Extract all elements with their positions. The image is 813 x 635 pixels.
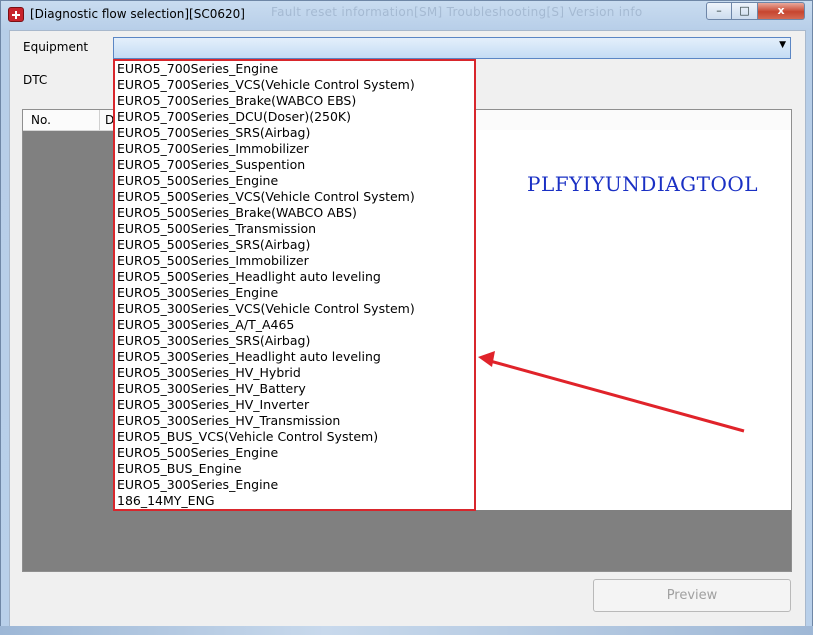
equipment-dropdown-list[interactable]: EURO5_700Series_Engine EURO5_700Series_VC…	[113, 59, 476, 511]
dropdown-option[interactable]: EURO5_300Series_Engine	[115, 477, 474, 493]
watermark-text: PLFYIYUNDIAGTOOL	[527, 172, 759, 196]
app-icon	[8, 7, 24, 22]
equipment-label: Equipment	[23, 40, 89, 54]
title-bar[interactable]: [Diagnostic flow selection][SC0620] Faul…	[1, 1, 812, 29]
dropdown-option[interactable]: EURO5_500Series_VCS(Vehicle Control Syst…	[115, 189, 474, 205]
taskbar-strip	[0, 626, 813, 635]
dropdown-option[interactable]: EURO5_500Series_Headlight auto leveling	[115, 269, 474, 285]
minimize-button[interactable]: –	[706, 2, 732, 20]
dropdown-option[interactable]: EURO5_500Series_Engine	[115, 173, 474, 189]
dropdown-option[interactable]: EURO5_500Series_Transmission	[115, 221, 474, 237]
background-window-title: Fault reset information[SM] Troubleshoot…	[271, 5, 643, 19]
maximize-button[interactable]: □	[732, 2, 758, 20]
window-title: [Diagnostic flow selection][SC0620]	[30, 7, 245, 21]
preview-button[interactable]: Preview	[593, 579, 791, 612]
dropdown-option[interactable]: EURO5_700Series_Brake(WABCO EBS)	[115, 93, 474, 109]
dropdown-option[interactable]: EURO5_300Series_SRS(Airbag)	[115, 333, 474, 349]
dropdown-option[interactable]: EURO5_700Series_SRS(Airbag)	[115, 125, 474, 141]
dropdown-option[interactable]: EURO5_300Series_Engine	[115, 285, 474, 301]
dropdown-option[interactable]: EURO5_300Series_HV_Transmission	[115, 413, 474, 429]
dropdown-option[interactable]: EURO5_300Series_HV_Inverter	[115, 397, 474, 413]
dropdown-option[interactable]: EURO5_700Series_DCU(Doser)(250K)	[115, 109, 474, 125]
dropdown-option[interactable]: EURO5_500Series_Immobilizer	[115, 253, 474, 269]
dropdown-option[interactable]: EURO5_700Series_Engine	[115, 61, 474, 77]
dropdown-option[interactable]: EURO5_300Series_VCS(Vehicle Control Syst…	[115, 301, 474, 317]
dropdown-option[interactable]: EURO5_700Series_VCS(Vehicle Control Syst…	[115, 77, 474, 93]
dropdown-option[interactable]: EURO5_BUS_VCS(Vehicle Control System)	[115, 429, 474, 445]
close-button[interactable]: x	[758, 2, 805, 20]
equipment-select[interactable]: ▼	[113, 37, 791, 59]
column-header-no[interactable]: No.	[31, 113, 51, 127]
dropdown-option[interactable]: EURO5_300Series_Headlight auto leveling	[115, 349, 474, 365]
dropdown-option[interactable]: EURO5_500Series_Engine	[115, 445, 474, 461]
dropdown-option[interactable]: EURO5_700Series_Immobilizer	[115, 141, 474, 157]
dropdown-option[interactable]: EURO5_BUS_Engine	[115, 461, 474, 477]
dropdown-option[interactable]: EURO5_300Series_A/T_A465	[115, 317, 474, 333]
dropdown-option[interactable]: EURO5_500Series_SRS(Airbag)	[115, 237, 474, 253]
column-divider[interactable]	[99, 110, 100, 130]
dropdown-option[interactable]: EURO5_500Series_Brake(WABCO ABS)	[115, 205, 474, 221]
chevron-down-icon[interactable]: ▼	[779, 40, 786, 50]
dropdown-option[interactable]: EURO5_300Series_HV_Battery	[115, 381, 474, 397]
dropdown-option[interactable]: EURO5_300Series_HV_Hybrid	[115, 365, 474, 381]
dropdown-option[interactable]: EURO5_700Series_Suspention	[115, 157, 474, 173]
dropdown-option[interactable]: 186_14MY_ENG	[115, 493, 474, 509]
dtc-label: DTC	[23, 73, 48, 87]
